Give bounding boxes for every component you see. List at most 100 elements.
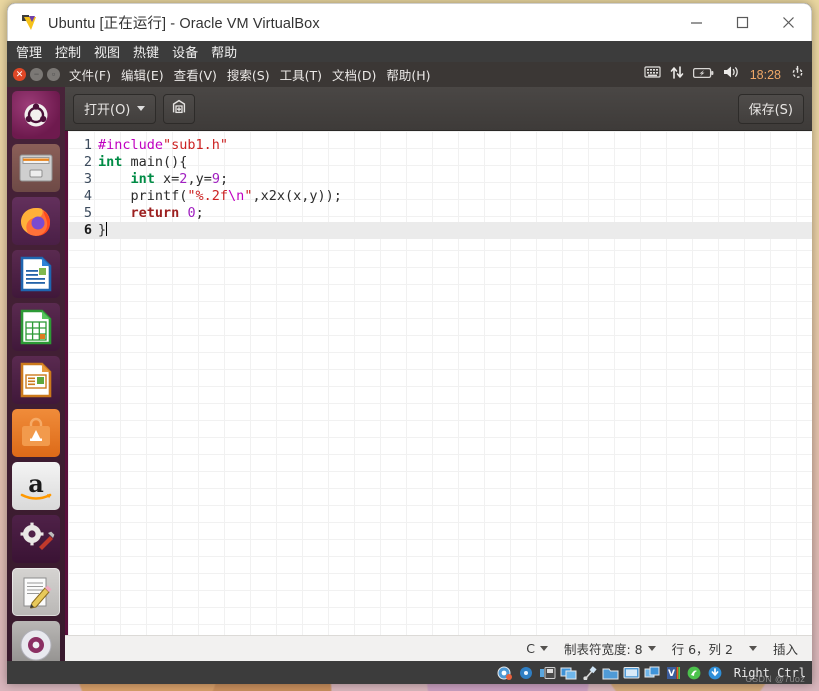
- code-token: #include: [98, 137, 164, 153]
- virtualbox-statusbar: V Right Ctrl CSDN @7uoz: [7, 661, 812, 684]
- ubuntu-software-icon[interactable]: [12, 409, 60, 457]
- vbox-menu-hotkey[interactable]: 热键: [133, 42, 159, 61]
- window-title: Ubuntu [正在运行] - Oracle VM VirtualBox: [48, 16, 320, 32]
- tab-width-selector[interactable]: 制表符宽度: 8: [564, 639, 656, 658]
- code-token: return: [130, 205, 180, 221]
- virtualbox-menubar: 管理 控制 视图 热键 设备 帮助: [7, 41, 812, 62]
- code-token: "%.2f: [187, 188, 229, 204]
- code-token: main(){: [122, 154, 188, 170]
- network-icon[interactable]: [670, 65, 684, 85]
- libreoffice-writer-icon[interactable]: [12, 250, 60, 298]
- code-token: ,x2x(x,y));: [252, 188, 342, 204]
- recording-icon[interactable]: [644, 665, 661, 680]
- line-number: 1: [83, 137, 92, 153]
- code-token: 9: [211, 171, 220, 187]
- power-gear-icon[interactable]: [790, 65, 805, 85]
- maximize-button[interactable]: [719, 4, 765, 41]
- text-editor-icon[interactable]: [12, 568, 60, 616]
- battery-icon[interactable]: [692, 66, 714, 84]
- panel-indicators: 18:28: [644, 65, 812, 85]
- gedit-menu-search[interactable]: 搜索(S): [227, 65, 270, 84]
- mouse-integration-icon[interactable]: [686, 665, 703, 680]
- guest-screen: ✕ − ▫ 文件(F) 编辑(E) 查看(V) 搜索(S) 工具(T) 文档(D…: [7, 62, 812, 661]
- files-icon[interactable]: [12, 144, 60, 192]
- line-number: 2: [83, 154, 92, 170]
- vbox-menu-help[interactable]: 帮助: [211, 42, 237, 61]
- code-text: }: [98, 222, 108, 239]
- optical-disk-icon[interactable]: [518, 665, 535, 680]
- chevron-down-icon: [137, 106, 146, 111]
- ubuntu-dash-icon[interactable]: [12, 91, 60, 139]
- vbox-menu-devices[interactable]: 设备: [172, 42, 198, 61]
- open-button-label: 打开(O): [84, 103, 131, 118]
- shared-folders-icon[interactable]: [602, 665, 619, 680]
- source-code[interactable]: 1 #include"sub1.h" 2 int main(){3 int x=2,y…: [68, 131, 812, 239]
- gedit-menu-view[interactable]: 查看(V): [174, 65, 217, 84]
- save-as-button[interactable]: [163, 93, 196, 124]
- chevron-down-icon: [748, 646, 757, 651]
- keyboard-icon[interactable]: [644, 65, 661, 84]
- insert-mode[interactable]: 插入: [773, 639, 798, 658]
- gedit-menu-documents[interactable]: 文档(D): [332, 65, 376, 84]
- text-cursor: [106, 222, 108, 236]
- vbox-menu-view[interactable]: 视图: [94, 42, 120, 61]
- gedit-window: 打开(O) 保存(S) 1 #include"sub1.h" 2 int mai…: [65, 87, 812, 661]
- svg-text:a: a: [28, 469, 44, 498]
- firefox-icon[interactable]: [12, 197, 60, 245]
- gedit-menu-file[interactable]: 文件(F): [69, 65, 111, 84]
- system-settings-icon[interactable]: [12, 515, 60, 563]
- code-token: \n: [228, 188, 245, 204]
- floppy-icon[interactable]: [539, 665, 556, 680]
- code-token: int: [130, 171, 155, 187]
- code-token: printf(: [98, 188, 188, 204]
- gedit-statusbar: C 制表符宽度: 8 行 6，列 2 插入: [65, 635, 812, 661]
- code-text: #include"sub1.h": [98, 137, 228, 154]
- disc-icon[interactable]: [12, 621, 60, 661]
- cursor-position: 行 6，列 2: [672, 639, 733, 658]
- guest-desktop: a 打开(O) 保存(S) 1 #include"sub1.h" 2 int m…: [7, 87, 812, 661]
- libreoffice-calc-icon[interactable]: [12, 303, 60, 351]
- gedit-menu-tools[interactable]: 工具(T): [280, 65, 322, 84]
- network-icon[interactable]: [560, 665, 577, 680]
- gedit-close-button[interactable]: ✕: [13, 68, 26, 81]
- gedit-toolbar: 打开(O) 保存(S): [65, 87, 812, 131]
- clock[interactable]: 18:28: [750, 68, 781, 82]
- editor-area[interactable]: 1 #include"sub1.h" 2 int main(){3 int x=2,y…: [65, 131, 812, 635]
- language-selector[interactable]: C: [526, 641, 548, 656]
- volume-icon[interactable]: [723, 65, 741, 84]
- gedit-maximize-button[interactable]: ▫: [47, 68, 60, 81]
- close-button[interactable]: [765, 4, 811, 41]
- unity-launcher: a: [7, 87, 65, 661]
- code-text: int x=2,y=9;: [98, 171, 229, 188]
- code-line: 3 int x=2,y=9;: [68, 171, 812, 188]
- chevron-down-icon: [647, 646, 656, 651]
- display-icon[interactable]: [623, 665, 640, 680]
- code-line: 5 return 0;: [68, 205, 812, 222]
- usb-icon[interactable]: [581, 665, 598, 680]
- code-line: 6}: [68, 222, 812, 239]
- code-text: int main(){: [98, 154, 187, 171]
- code-token: ,y=: [187, 171, 212, 187]
- code-line: 2 int main(){: [68, 154, 812, 171]
- harddisk-icon[interactable]: [497, 665, 514, 680]
- open-file-button[interactable]: 打开(O): [73, 93, 157, 124]
- gedit-minimize-button[interactable]: −: [30, 68, 43, 81]
- vbox-menu-control[interactable]: 控制: [55, 42, 81, 61]
- code-token: x=: [154, 171, 180, 187]
- gedit-menu-edit[interactable]: 编辑(E): [121, 65, 164, 84]
- minimize-button[interactable]: [673, 4, 719, 41]
- amazon-icon[interactable]: a: [12, 462, 60, 510]
- line-number: 4: [83, 188, 92, 204]
- save-button[interactable]: 保存(S): [737, 93, 804, 124]
- code-token: "sub1.h": [163, 137, 229, 153]
- window-controls: [673, 4, 811, 41]
- cursor-position-label: 行 6，列 2: [671, 642, 733, 657]
- virtualbox-app-icon: [21, 13, 39, 32]
- encoding-selector[interactable]: [748, 646, 757, 651]
- vbox-menu-manage[interactable]: 管理: [16, 42, 42, 61]
- host-key-icon[interactable]: [707, 665, 724, 680]
- libreoffice-impress-icon[interactable]: [12, 356, 60, 404]
- gedit-menu-help[interactable]: 帮助(H): [386, 65, 430, 84]
- virtual-machine-icon[interactable]: V: [665, 665, 682, 680]
